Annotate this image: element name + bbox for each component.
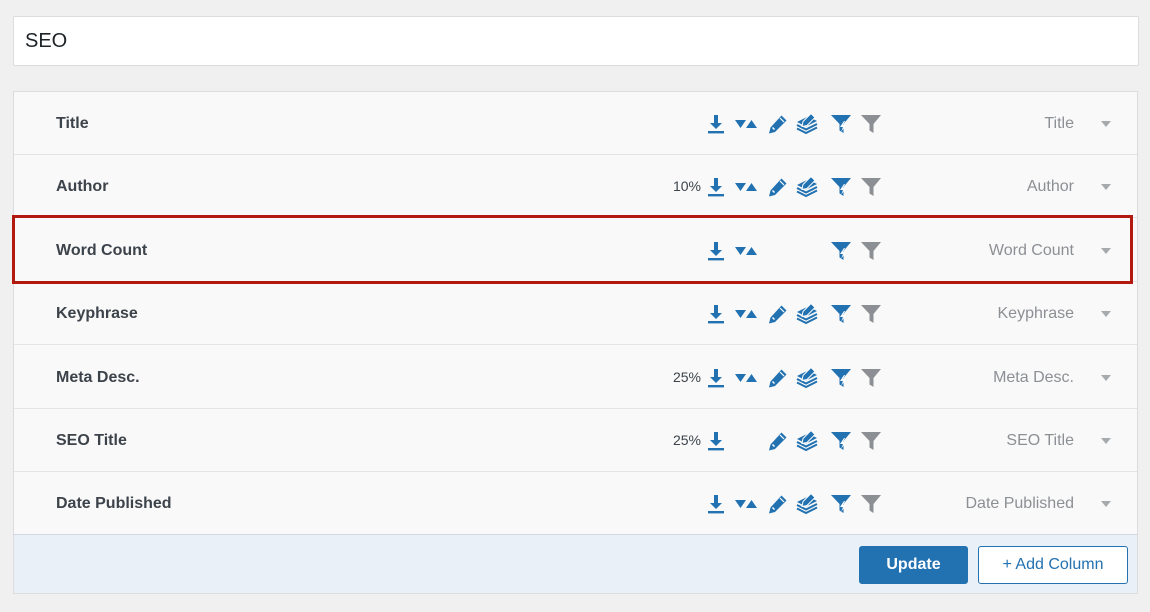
edit-pencil-icon[interactable] bbox=[766, 366, 790, 390]
caret-down-icon[interactable] bbox=[1100, 374, 1112, 382]
column-row: Date Published Date Published bbox=[14, 472, 1137, 535]
column-row: Keyphrase Keyphrase bbox=[14, 282, 1137, 345]
update-button[interactable]: Update bbox=[859, 546, 968, 584]
edit-pencil-icon[interactable] bbox=[766, 429, 790, 453]
column-row: Title Title bbox=[14, 92, 1137, 155]
sort-icon[interactable] bbox=[734, 302, 758, 326]
bulk-edit-icon[interactable] bbox=[795, 302, 819, 326]
footer-bar: Update + Add Column bbox=[13, 534, 1138, 594]
column-label[interactable]: Keyphrase bbox=[56, 282, 138, 345]
column-title-value[interactable]: Word Count bbox=[989, 219, 1074, 282]
column-label[interactable]: SEO Title bbox=[56, 409, 127, 472]
column-set-name-input[interactable] bbox=[13, 16, 1139, 66]
caret-down-icon[interactable] bbox=[1100, 437, 1112, 445]
column-percent: 10% bbox=[672, 178, 701, 194]
column-list: Title Title Author 10% Author Word Count Word … bbox=[13, 91, 1138, 594]
column-percent: 25% bbox=[672, 369, 701, 385]
edit-pencil-icon[interactable] bbox=[766, 492, 790, 516]
smart-filter-icon[interactable] bbox=[829, 239, 853, 263]
bulk-edit-icon[interactable] bbox=[795, 492, 819, 516]
export-icon[interactable] bbox=[704, 239, 728, 263]
smart-filter-icon[interactable] bbox=[829, 175, 853, 199]
column-row: Meta Desc. 25% Meta Desc. bbox=[14, 346, 1137, 409]
export-icon[interactable] bbox=[704, 302, 728, 326]
caret-down-icon[interactable] bbox=[1100, 500, 1112, 508]
sort-icon[interactable] bbox=[734, 366, 758, 390]
filter-icon[interactable] bbox=[859, 492, 883, 516]
smart-filter-icon[interactable] bbox=[829, 492, 853, 516]
filter-icon[interactable] bbox=[859, 366, 883, 390]
filter-icon[interactable] bbox=[859, 112, 883, 136]
edit-pencil-icon[interactable] bbox=[766, 112, 790, 136]
caret-down-icon[interactable] bbox=[1100, 310, 1112, 318]
caret-down-icon[interactable] bbox=[1100, 247, 1112, 255]
sort-icon[interactable] bbox=[734, 175, 758, 199]
export-icon[interactable] bbox=[704, 492, 728, 516]
sort-icon[interactable] bbox=[734, 239, 758, 263]
column-label[interactable]: Meta Desc. bbox=[56, 346, 140, 409]
column-label[interactable]: Author bbox=[56, 155, 108, 218]
column-label[interactable]: Word Count bbox=[56, 219, 147, 282]
smart-filter-icon[interactable] bbox=[829, 112, 853, 136]
bulk-edit-icon[interactable] bbox=[795, 175, 819, 199]
bulk-edit-icon[interactable] bbox=[795, 112, 819, 136]
bulk-edit-icon[interactable] bbox=[795, 366, 819, 390]
export-icon[interactable] bbox=[704, 366, 728, 390]
edit-pencil-icon[interactable] bbox=[766, 175, 790, 199]
column-title-value[interactable]: SEO Title bbox=[1006, 409, 1074, 472]
filter-icon[interactable] bbox=[859, 302, 883, 326]
filter-icon[interactable] bbox=[859, 239, 883, 263]
add-column-button[interactable]: + Add Column bbox=[978, 546, 1128, 584]
column-title-value[interactable]: Meta Desc. bbox=[993, 346, 1074, 409]
sort-icon[interactable] bbox=[734, 492, 758, 516]
column-label[interactable]: Date Published bbox=[56, 472, 172, 535]
column-label[interactable]: Title bbox=[56, 92, 89, 155]
export-icon[interactable] bbox=[704, 429, 728, 453]
bulk-edit-icon[interactable] bbox=[795, 429, 819, 453]
edit-pencil-icon[interactable] bbox=[766, 302, 790, 326]
column-percent: 25% bbox=[672, 432, 701, 448]
column-title-value[interactable]: Author bbox=[1027, 155, 1074, 218]
caret-down-icon[interactable] bbox=[1100, 183, 1112, 191]
column-title-value[interactable]: Keyphrase bbox=[998, 282, 1075, 345]
filter-icon[interactable] bbox=[859, 175, 883, 199]
smart-filter-icon[interactable] bbox=[829, 366, 853, 390]
column-row: Author 10% Author bbox=[14, 155, 1137, 218]
sort-icon[interactable] bbox=[734, 112, 758, 136]
export-icon[interactable] bbox=[704, 175, 728, 199]
smart-filter-icon[interactable] bbox=[829, 302, 853, 326]
column-row: Word Count Word Count bbox=[14, 219, 1137, 282]
caret-down-icon[interactable] bbox=[1100, 120, 1112, 128]
column-title-value[interactable]: Date Published bbox=[965, 472, 1074, 535]
smart-filter-icon[interactable] bbox=[829, 429, 853, 453]
filter-icon[interactable] bbox=[859, 429, 883, 453]
column-row: SEO Title 25% SEO Title bbox=[14, 409, 1137, 472]
export-icon[interactable] bbox=[704, 112, 728, 136]
column-title-value[interactable]: Title bbox=[1044, 92, 1074, 155]
